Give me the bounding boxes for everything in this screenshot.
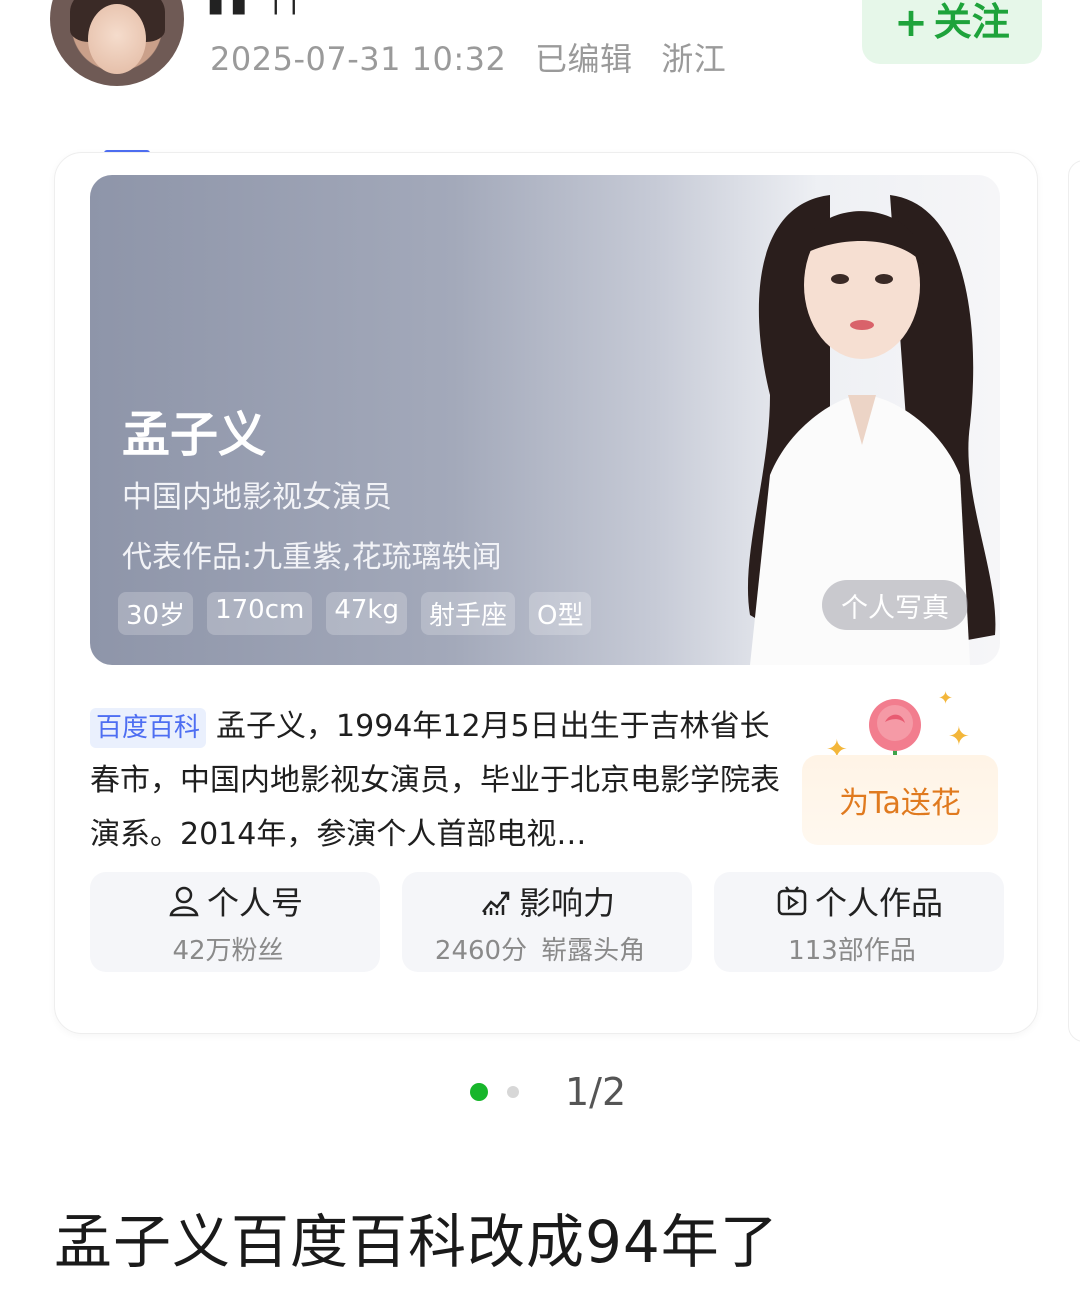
trend-icon <box>482 891 510 915</box>
baike-description[interactable]: 百度百科 孟子义，1994年12月5日出生于吉林省长春市，中国内地影视女演员，毕业… <box>90 700 780 862</box>
post-text: 孟子义百度百科改成94年了 <box>54 1208 779 1276</box>
representative-works: 代表作品:九重紫,花琉璃轶闻 <box>122 540 502 575</box>
celebrity-subtitle: 中国内地影视女演员 <box>122 480 392 515</box>
plus-icon: + <box>894 0 928 46</box>
baike-source-tag: 百度百科 <box>90 708 207 748</box>
celebrity-name: 孟子义 <box>122 407 267 463</box>
stats-row: 个人号 42万粉丝 影响力 2460分 崭露头角 个人作品 113部作品 <box>90 872 1004 972</box>
avatar[interactable] <box>50 0 184 86</box>
tag-age: 30岁 <box>118 592 194 635</box>
video-icon <box>777 885 807 915</box>
pager-dot[interactable] <box>507 1086 519 1098</box>
username[interactable]: ▌▌ ││ <box>210 0 303 15</box>
sparkle-icon: ✦ <box>948 722 970 752</box>
sparkle-icon: ✦ <box>938 688 954 709</box>
avatar-face <box>88 4 146 74</box>
follow-button[interactable]: + 关注 <box>862 0 1042 64</box>
tag-blood-type: O型 <box>529 592 592 635</box>
post-meta: 2025-07-31 10:32 已编辑 浙江 <box>210 34 744 80</box>
personal-photos-button[interactable]: 个人写真 <box>822 580 968 630</box>
stat-level: 崭露头角 <box>541 935 646 966</box>
tag-height: 170cm <box>207 592 313 635</box>
person-icon <box>169 886 199 916</box>
stat-score: 2460分 <box>434 935 528 966</box>
stat-title: 个人号 <box>206 883 303 922</box>
stat-works-count: 113部作品 <box>788 935 916 966</box>
tag-weight: 47kg <box>326 592 407 635</box>
stat-influence[interactable]: 影响力 2460分 崭露头角 <box>402 872 692 972</box>
post-timestamp: 2025-07-31 10:32 <box>210 40 507 78</box>
stat-title: 影响力 <box>518 883 615 922</box>
pager-dot-active[interactable] <box>470 1083 488 1101</box>
post-location: 浙江 <box>661 40 727 78</box>
follow-label: 关注 <box>933 0 1010 44</box>
pager-label: 1/2 <box>565 1070 627 1114</box>
stat-personal-account[interactable]: 个人号 42万粉丝 <box>90 872 380 972</box>
next-card-peek[interactable] <box>1068 160 1080 1042</box>
stat-works[interactable]: 个人作品 113部作品 <box>714 872 1004 972</box>
stat-title: 个人作品 <box>814 883 943 922</box>
edited-label: 已编辑 <box>535 40 633 78</box>
send-flower-button[interactable]: 为Ta送花 <box>802 755 998 845</box>
profile-tags: 30岁 170cm 47kg 射手座 O型 <box>118 592 592 635</box>
stat-fans: 42万粉丝 <box>172 935 284 966</box>
tag-zodiac: 射手座 <box>421 592 516 635</box>
